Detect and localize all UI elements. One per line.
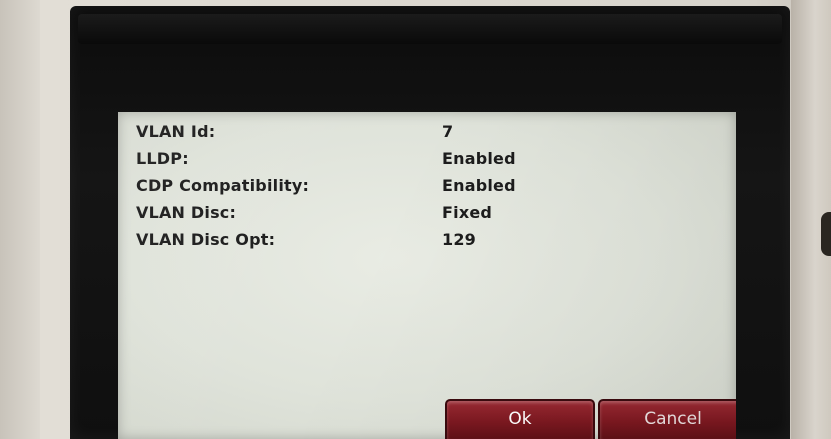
setting-label: CDP Compatibility: — [136, 176, 310, 195]
photo-frame: VLAN Id: 7 LLDP: Enabled CDP Compatibili… — [0, 0, 831, 439]
phone-display: VLAN Id: 7 LLDP: Enabled CDP Compatibili… — [118, 112, 736, 439]
setting-row-lldp: LLDP: Enabled — [136, 149, 716, 175]
setting-label: LLDP: — [136, 149, 189, 168]
setting-row-vlan-disc: VLAN Disc: Fixed — [136, 203, 716, 229]
setting-value: 129 — [442, 230, 476, 249]
setting-row-vlan-disc-opt: VLAN Disc Opt: 129 — [136, 230, 716, 256]
setting-value: Enabled — [442, 176, 516, 195]
setting-row-cdp-compatibility: CDP Compatibility: Enabled — [136, 176, 716, 202]
cancel-softkey[interactable]: Cancel — [598, 399, 736, 439]
phone-top-edge — [78, 14, 782, 44]
setting-label: VLAN Id: — [136, 122, 216, 141]
handset-cord-knob — [821, 212, 831, 256]
setting-value: Enabled — [442, 149, 516, 168]
setting-value: Fixed — [442, 203, 493, 222]
setting-label: VLAN Disc: — [136, 203, 237, 222]
setting-row-vlan-id: VLAN Id: 7 — [136, 122, 716, 148]
ok-softkey[interactable]: Ok — [445, 399, 595, 439]
desk-background-left — [0, 0, 40, 439]
setting-value: 7 — [442, 122, 454, 141]
softkey-bar: Ok Cancel — [118, 399, 736, 439]
setting-label: VLAN Disc Opt: — [136, 230, 276, 249]
